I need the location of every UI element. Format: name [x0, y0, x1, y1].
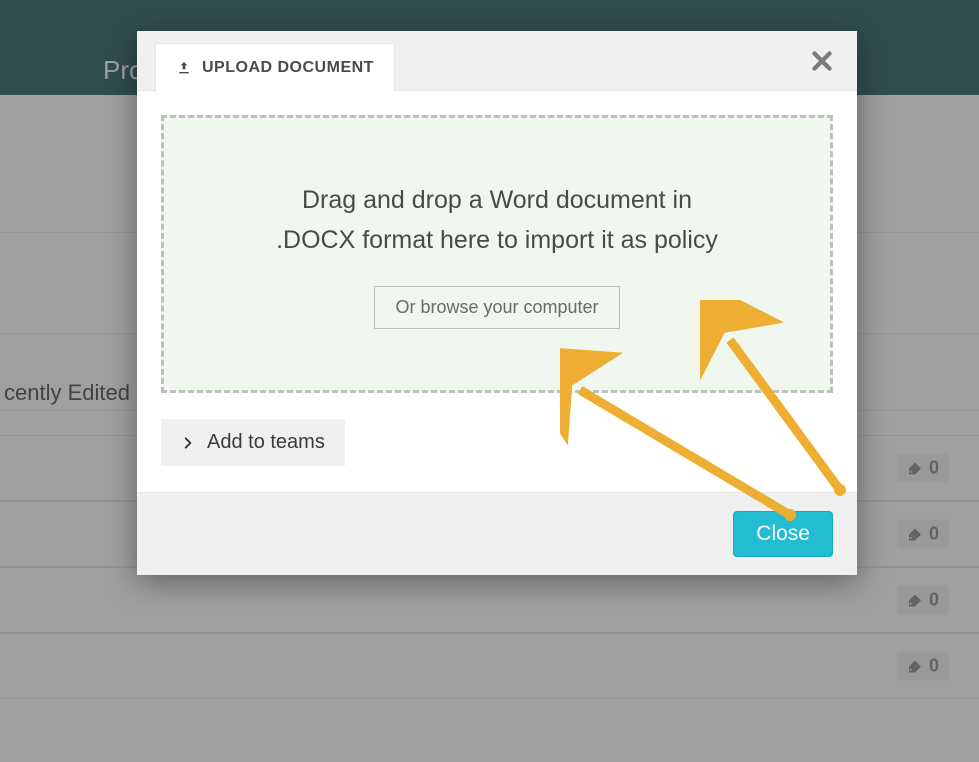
file-dropzone[interactable]: Drag and drop a Word document in .DOCX f… [161, 115, 833, 393]
modal-body: Drag and drop a Word document in .DOCX f… [137, 91, 857, 492]
close-modal-button[interactable] [807, 46, 837, 76]
upload-icon [176, 60, 192, 76]
close-icon [807, 46, 837, 76]
tab-upload-document[interactable]: UPLOAD DOCUMENT [155, 43, 395, 92]
tab-label: UPLOAD DOCUMENT [202, 59, 374, 77]
modal-footer: Close [137, 492, 857, 575]
dropzone-message: Drag and drop a Word document in .DOCX f… [276, 180, 718, 260]
close-button[interactable]: Close [733, 511, 833, 557]
upload-document-modal: UPLOAD DOCUMENT Drag and drop a Word doc… [137, 31, 857, 575]
browse-computer-button[interactable]: Or browse your computer [374, 286, 619, 329]
modal-header: UPLOAD DOCUMENT [137, 31, 857, 91]
chevron-right-icon [181, 436, 195, 450]
add-to-teams-label: Add to teams [207, 431, 325, 454]
add-to-teams-button[interactable]: Add to teams [161, 419, 345, 466]
